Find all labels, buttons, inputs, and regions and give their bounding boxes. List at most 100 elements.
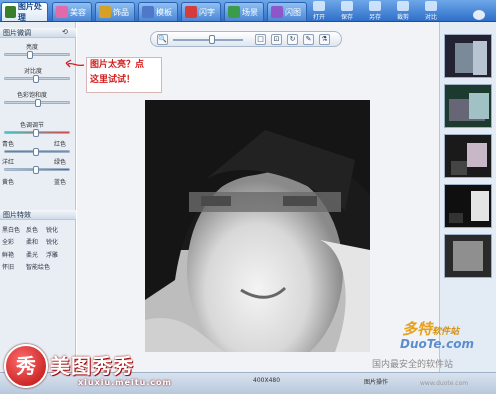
save-button[interactable]: 保存 — [334, 1, 360, 21]
saturation-label: 色彩饱和度 — [17, 92, 48, 99]
zoom-handle[interactable] — [209, 35, 215, 44]
effect-item[interactable]: 反色 — [26, 225, 38, 234]
effects-section-header: 图片特效 — [0, 210, 76, 220]
effect-thumbnail[interactable] — [444, 134, 492, 178]
crop-button[interactable]: 裁剪 — [390, 1, 416, 21]
watermark-slogan: 国内最安全的软件站 — [372, 360, 454, 370]
operation-mode: 图片操作 — [364, 379, 389, 386]
save-label: 保存 — [340, 14, 353, 21]
crop-label: 裁剪 — [396, 14, 409, 21]
contrast-label: 对比度 — [24, 68, 43, 75]
color-adjust-label: 色调调节 — [20, 122, 45, 129]
zoom-icon[interactable]: 🔍 — [157, 34, 168, 45]
effect-item[interactable]: 锐化 — [46, 237, 58, 246]
tab-scene[interactable]: 场景 — [224, 2, 264, 21]
tab-label: 饰品 — [113, 7, 129, 17]
tab-label: 图片处理 — [17, 2, 42, 22]
saturation-slider[interactable] — [4, 99, 70, 107]
brightness-slider[interactable] — [4, 51, 70, 59]
arrow-icon — [473, 10, 485, 20]
blue-label: 蓝色 — [54, 179, 67, 186]
help-button[interactable] — [466, 1, 492, 21]
tab-image-processing[interactable]: 图片处理 — [1, 2, 48, 22]
watermark-small-url: www.duote.com — [420, 380, 469, 387]
template-icon — [142, 6, 154, 18]
effect-item[interactable]: 柔光 — [26, 250, 38, 259]
cyan-red-slider[interactable] — [4, 129, 70, 137]
effect-item[interactable]: 智能绘色 — [26, 262, 50, 271]
effect-item[interactable]: 怀旧 — [2, 262, 14, 271]
effect-thumbnail[interactable] — [444, 84, 492, 128]
contrast-slider[interactable] — [4, 75, 70, 83]
magic-wand-icon[interactable]: ⚗ — [319, 34, 330, 45]
slider-handle[interactable] — [33, 148, 39, 156]
compare-label: 对比 — [424, 14, 437, 21]
brand-name: 美图秀秀 — [50, 354, 134, 378]
flash-image-icon — [271, 6, 283, 18]
tab-flash-text[interactable]: 闪字 — [181, 2, 221, 21]
slider-handle[interactable] — [33, 129, 39, 137]
meitu-logo: 秀 — [4, 344, 48, 388]
brand-url: xiuxiu.meitu.com — [78, 378, 172, 387]
tab-flash-image[interactable]: 闪图 — [267, 2, 307, 21]
effect-thumbnail[interactable] — [444, 184, 492, 228]
watermark-brand: 多特 — [402, 320, 433, 338]
crop-icon — [397, 1, 409, 11]
magenta-label: 洋红 — [2, 159, 15, 166]
yellow-blue-slider[interactable] — [4, 166, 70, 174]
tab-template[interactable]: 模板 — [138, 2, 178, 21]
effect-item[interactable]: 浮雕 — [46, 250, 58, 259]
save-icon — [341, 1, 353, 11]
effect-item[interactable]: 鲜艳 — [2, 250, 14, 259]
duote-watermark: 多特软件站 — [402, 318, 459, 339]
beauty-icon — [56, 6, 68, 18]
ornament-icon — [99, 6, 111, 18]
effect-item[interactable]: 黑白色 — [2, 225, 20, 234]
red-label: 红色 — [54, 141, 67, 148]
watermark-domain: DuoTe.com — [400, 337, 474, 351]
flash-text-icon — [185, 6, 197, 18]
tab-beauty[interactable]: 美容 — [52, 2, 92, 21]
reset-icon[interactable]: ⟲ — [62, 28, 68, 36]
fit-icon[interactable]: □ — [255, 34, 266, 45]
green-label: 绿色 — [54, 159, 67, 166]
actual-size-icon[interactable]: ⊡ — [271, 34, 282, 45]
save-as-icon — [369, 1, 381, 11]
tab-label: 场景 — [242, 7, 258, 17]
save-as-button[interactable]: 另存 — [362, 1, 388, 21]
slider-handle[interactable] — [35, 99, 41, 107]
folder-icon — [313, 1, 325, 11]
compare-button[interactable]: 对比 — [418, 1, 444, 21]
tab-label: 模板 — [156, 7, 172, 17]
callout-line-1: 图片太亮？点 — [90, 60, 145, 70]
effect-item[interactable]: 柔和 — [26, 237, 38, 246]
open-label: 打开 — [312, 14, 325, 21]
watermark-suffix: 软件站 — [432, 327, 460, 337]
edited-photo[interactable] — [145, 100, 370, 352]
callout-line-2: 这里试试！ — [90, 75, 136, 85]
effect-thumbnail[interactable] — [444, 234, 492, 278]
effect-thumbnail[interactable] — [444, 34, 492, 78]
tab-label: 闪字 — [199, 7, 215, 17]
open-button[interactable]: 打开 — [306, 1, 332, 21]
tab-label: 美容 — [70, 7, 86, 17]
effect-item[interactable]: 锐化 — [46, 225, 58, 234]
brightness-label: 亮度 — [26, 44, 39, 51]
effect-item[interactable]: 全彩 — [2, 237, 14, 246]
compare-icon — [425, 1, 437, 11]
scene-icon — [228, 6, 240, 18]
slider-handle[interactable] — [33, 75, 39, 83]
slider-handle[interactable] — [27, 51, 33, 59]
tab-ornament[interactable]: 饰品 — [95, 2, 135, 21]
rotate-icon[interactable]: ↻ — [287, 34, 298, 45]
image-size: 400X480 — [253, 377, 281, 384]
zoom-slider[interactable] — [173, 35, 243, 44]
portrait-image — [145, 100, 370, 352]
magenta-green-slider[interactable] — [4, 148, 70, 156]
tip-callout[interactable]: 图片太亮？点 这里试试！ — [86, 57, 162, 93]
cyan-label: 青色 — [2, 141, 15, 148]
edit-icon[interactable]: ✎ — [303, 34, 314, 45]
tab-label: 闪图 — [285, 7, 301, 17]
picture-icon — [5, 6, 16, 18]
slider-handle[interactable] — [33, 166, 39, 174]
